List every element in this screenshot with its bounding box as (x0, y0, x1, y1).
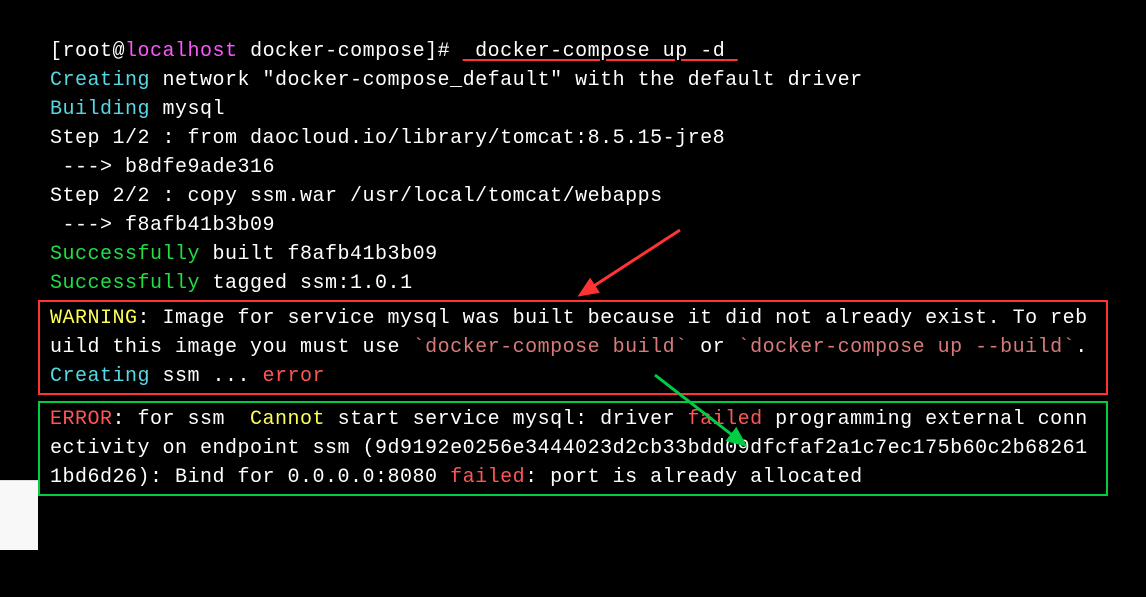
line-success-tagged: Successfully tagged ssm:1.0.1 (50, 272, 413, 295)
line-success-built: Successfully built f8afb41b3b09 (50, 243, 438, 266)
editor-sidebar-sliver (0, 480, 38, 550)
terminal-output: [root@localhost docker-compose]# docker-… (0, 8, 1146, 298)
line-creating-network: Creating network "docker-compose_default… (50, 69, 863, 92)
creating-ssm-error: Creating ssm ... error (50, 362, 1096, 391)
line-layer-2: ---> f8afb41b3b09 (50, 214, 275, 237)
error-box: ERROR: for ssm Cannot start service mysq… (38, 401, 1108, 496)
line-step-1: Step 1/2 : from daocloud.io/library/tomc… (50, 127, 725, 150)
warning-message: WARNING: Image for service mysql was bui… (50, 304, 1096, 362)
warning-box: WARNING: Image for service mysql was bui… (38, 300, 1108, 395)
prompt-line: [root@localhost docker-compose]# docker-… (50, 40, 738, 63)
error-message: ERROR: for ssm Cannot start service mysq… (50, 405, 1096, 492)
line-step-2: Step 2/2 : copy ssm.war /usr/local/tomca… (50, 185, 663, 208)
line-building: Building mysql (50, 98, 225, 121)
line-layer-1: ---> b8dfe9ade316 (50, 156, 275, 179)
